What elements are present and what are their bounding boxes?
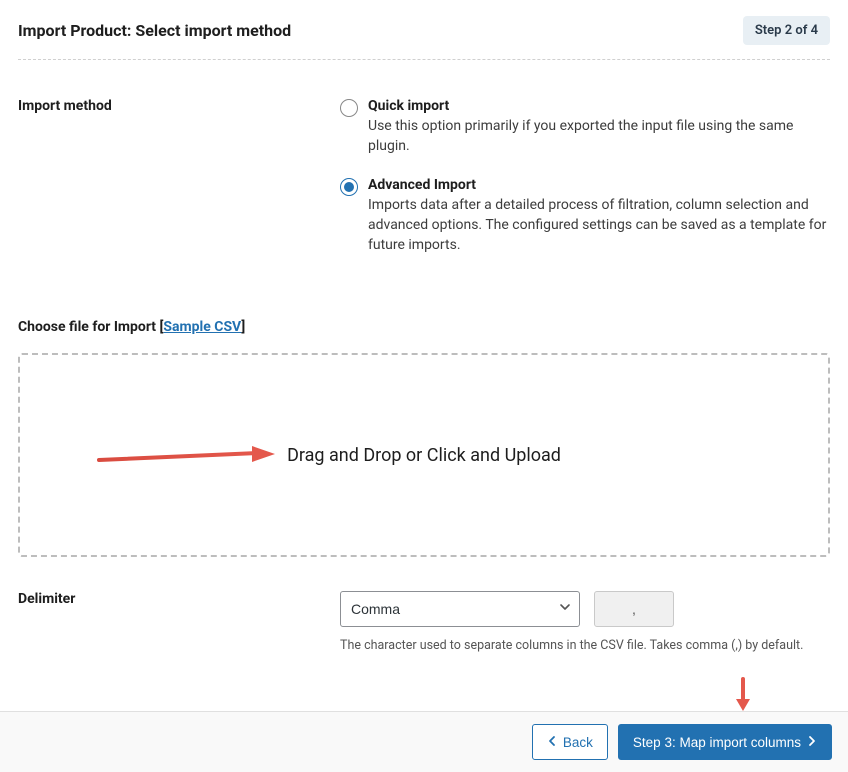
file-dropzone[interactable]: Drag and Drop or Click and Upload — [18, 353, 830, 557]
radio-desc-quick: Use this option primarily if you exporte… — [368, 116, 830, 157]
chevron-right-icon — [807, 735, 817, 750]
radio-icon — [340, 178, 358, 196]
radio-icon — [340, 99, 358, 117]
next-button[interactable]: Step 3: Map import columns — [618, 724, 832, 760]
radio-title-quick: Quick import — [368, 98, 830, 114]
step-badge: Step 2 of 4 — [743, 16, 830, 45]
delimiter-select[interactable]: Comma — [340, 591, 580, 627]
radio-desc-advanced: Imports data after a detailed process of… — [368, 195, 830, 256]
sample-csv-link[interactable]: Sample CSV — [163, 319, 241, 335]
annotation-arrow-icon — [97, 442, 277, 468]
radio-option-advanced[interactable]: Advanced Import Imports data after a det… — [340, 177, 830, 256]
page-title: Import Product: Select import method — [18, 21, 291, 40]
next-button-label: Step 3: Map import columns — [633, 735, 801, 750]
back-button-label: Back — [563, 735, 593, 750]
choose-file-label: Choose file for Import [Sample CSV] — [18, 319, 830, 335]
delimiter-char-input[interactable] — [594, 591, 674, 627]
chevron-left-icon — [547, 735, 557, 750]
import-method-label: Import method — [18, 98, 340, 275]
bracket-close: ] — [241, 319, 245, 335]
back-button[interactable]: Back — [532, 724, 608, 760]
delimiter-label: Delimiter — [18, 591, 340, 607]
choose-file-prefix: Choose file for Import — [18, 319, 160, 335]
annotation-arrow-icon — [733, 677, 753, 713]
delimiter-help-text: The character used to separate columns i… — [340, 637, 830, 655]
radio-option-quick[interactable]: Quick import Use this option primarily i… — [340, 98, 830, 157]
footer-bar: Back Step 3: Map import columns — [0, 711, 848, 772]
radio-title-advanced: Advanced Import — [368, 177, 830, 193]
dropzone-label: Drag and Drop or Click and Upload — [287, 445, 561, 466]
